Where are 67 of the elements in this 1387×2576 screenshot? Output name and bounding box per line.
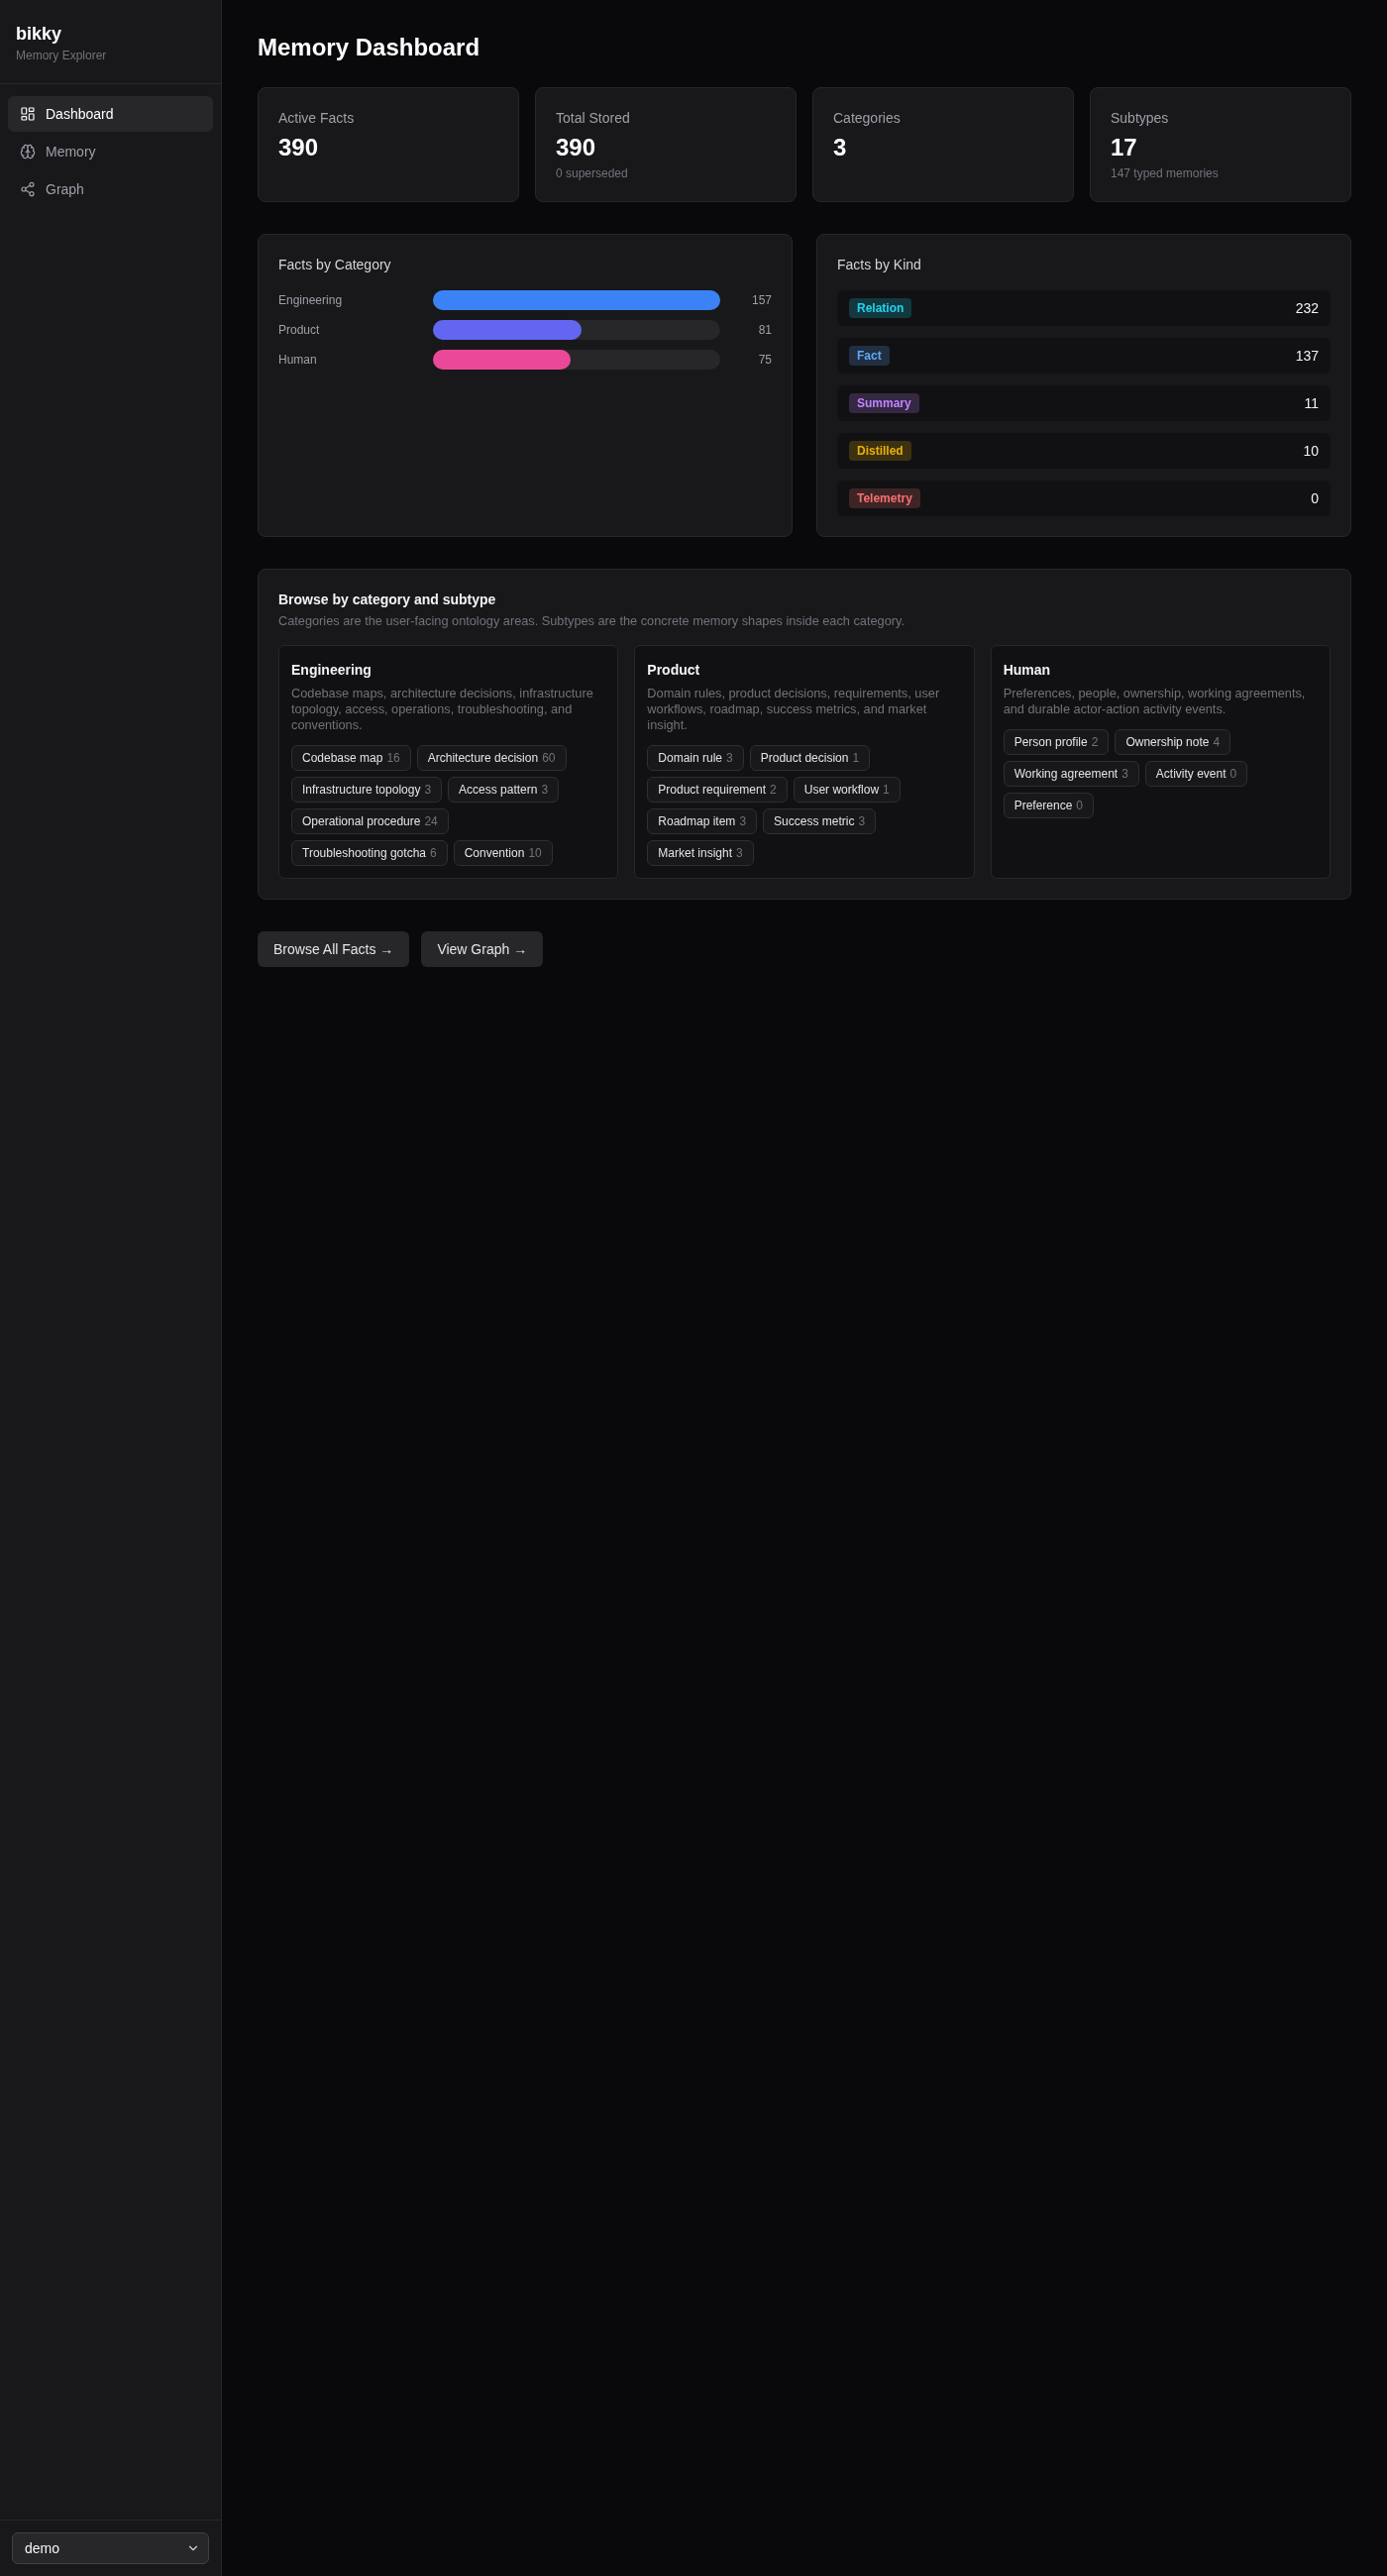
stat-value: 390 [556,133,597,162]
subtype-tag[interactable]: Success metric 3 [763,808,877,834]
stat-label: Total Stored [556,109,631,128]
stat-value: 390 [278,133,320,162]
nav-item[interactable]: Graph [8,171,213,207]
category-label: Product [278,322,321,339]
kind-badge: Summary [849,393,919,413]
kind-count: 232 [1295,299,1319,318]
kind-count: 0 [1311,489,1319,508]
subtype-tag[interactable]: Troubleshooting gotcha 6 [291,840,448,866]
subtype-tag[interactable]: Roadmap item 3 [647,808,758,834]
category-label: Engineering [278,292,344,309]
action-button[interactable]: View Graph → [421,931,544,967]
subtype-tag[interactable]: Infrastructure topology 3 [291,777,443,803]
subtype-tag[interactable]: User workflow 1 [793,777,901,803]
stat-note: 147 typed memories [1111,165,1220,181]
category-count: 75 [757,352,772,369]
subtype-tag[interactable]: Codebase map 16 [291,745,411,771]
connected-nodes-icon [20,181,36,197]
action-button[interactable]: Browse All Facts → [258,931,410,967]
subtype-tag[interactable]: Product decision 1 [749,745,871,771]
category-description: Preferences, people, ownership, working agreements, and durable actor-action activity events. [1003,686,1307,717]
stat-value: 3 [833,133,848,162]
kind-badge: Fact [849,346,890,366]
brand-name: bikky [16,23,63,46]
subtype-tag[interactable]: Operational procedure 24 [291,808,449,834]
card-title: Facts by Category [278,256,392,274]
category-description: Domain rules, product decisions, requirements, user workflows, roadmap, success metrics, and market insight. [647,686,941,733]
kind-count: 10 [1303,442,1319,461]
category-title: Engineering [291,661,373,680]
subtype-tag[interactable]: Access pattern 3 [448,777,560,803]
kind-badge: Distilled [849,441,911,461]
subtype-tag[interactable]: Product requirement 2 [647,777,788,803]
subtype-tag[interactable]: Preference 0 [1003,793,1095,818]
subtype-tag[interactable]: Ownership note 4 [1115,729,1231,755]
category-count: 81 [757,322,772,339]
section-title: Browse by category and subtype [278,590,497,609]
subtype-tag[interactable]: Architecture decision 60 [416,745,567,771]
kind-count: 137 [1295,347,1319,366]
stat-note: 0 superseded [556,165,629,181]
category-description: Codebase maps, architecture decisions, infrastructure topology, access, operations, troubleshooting, and conventions. [291,686,594,733]
workspace-select[interactable]: demo [12,2532,209,2564]
stat-label: Categories [833,109,902,128]
subtype-tag[interactable]: Activity event 0 [1144,761,1248,787]
category-label: Human [278,352,318,369]
stat-label: Active Facts [278,109,356,128]
nav-item[interactable]: Memory [8,134,213,169]
subtype-tag[interactable]: Market insight 3 [647,840,754,866]
page-title: Memory Dashboard [258,33,481,62]
subtype-tag[interactable]: Convention 10 [453,840,553,866]
kind-badge: Relation [849,298,912,318]
card-title: Facts by Kind [837,256,922,274]
kind-count: 11 [1304,394,1319,413]
section-description: Categories are the user-facing ontology areas. Subtypes are the concrete memory shapes inside each category. [278,613,906,629]
nav-item[interactable]: Dashboard [8,96,213,132]
stat-value: 17 [1111,133,1138,162]
stat-label: Subtypes [1111,109,1170,128]
category-title: Human [1003,661,1052,680]
subtype-tag[interactable]: Working agreement 3 [1003,761,1139,787]
subtype-tag[interactable]: Person profile 2 [1003,729,1110,755]
category-count: 157 [750,292,772,309]
layout-grid-icon [20,106,36,122]
category-title: Product [647,661,701,680]
kind-badge: Telemetry [849,488,920,508]
brand-subtitle: Memory Explorer [16,48,108,63]
brain-icon [20,144,36,160]
subtype-tag[interactable]: Domain rule 3 [647,745,744,771]
